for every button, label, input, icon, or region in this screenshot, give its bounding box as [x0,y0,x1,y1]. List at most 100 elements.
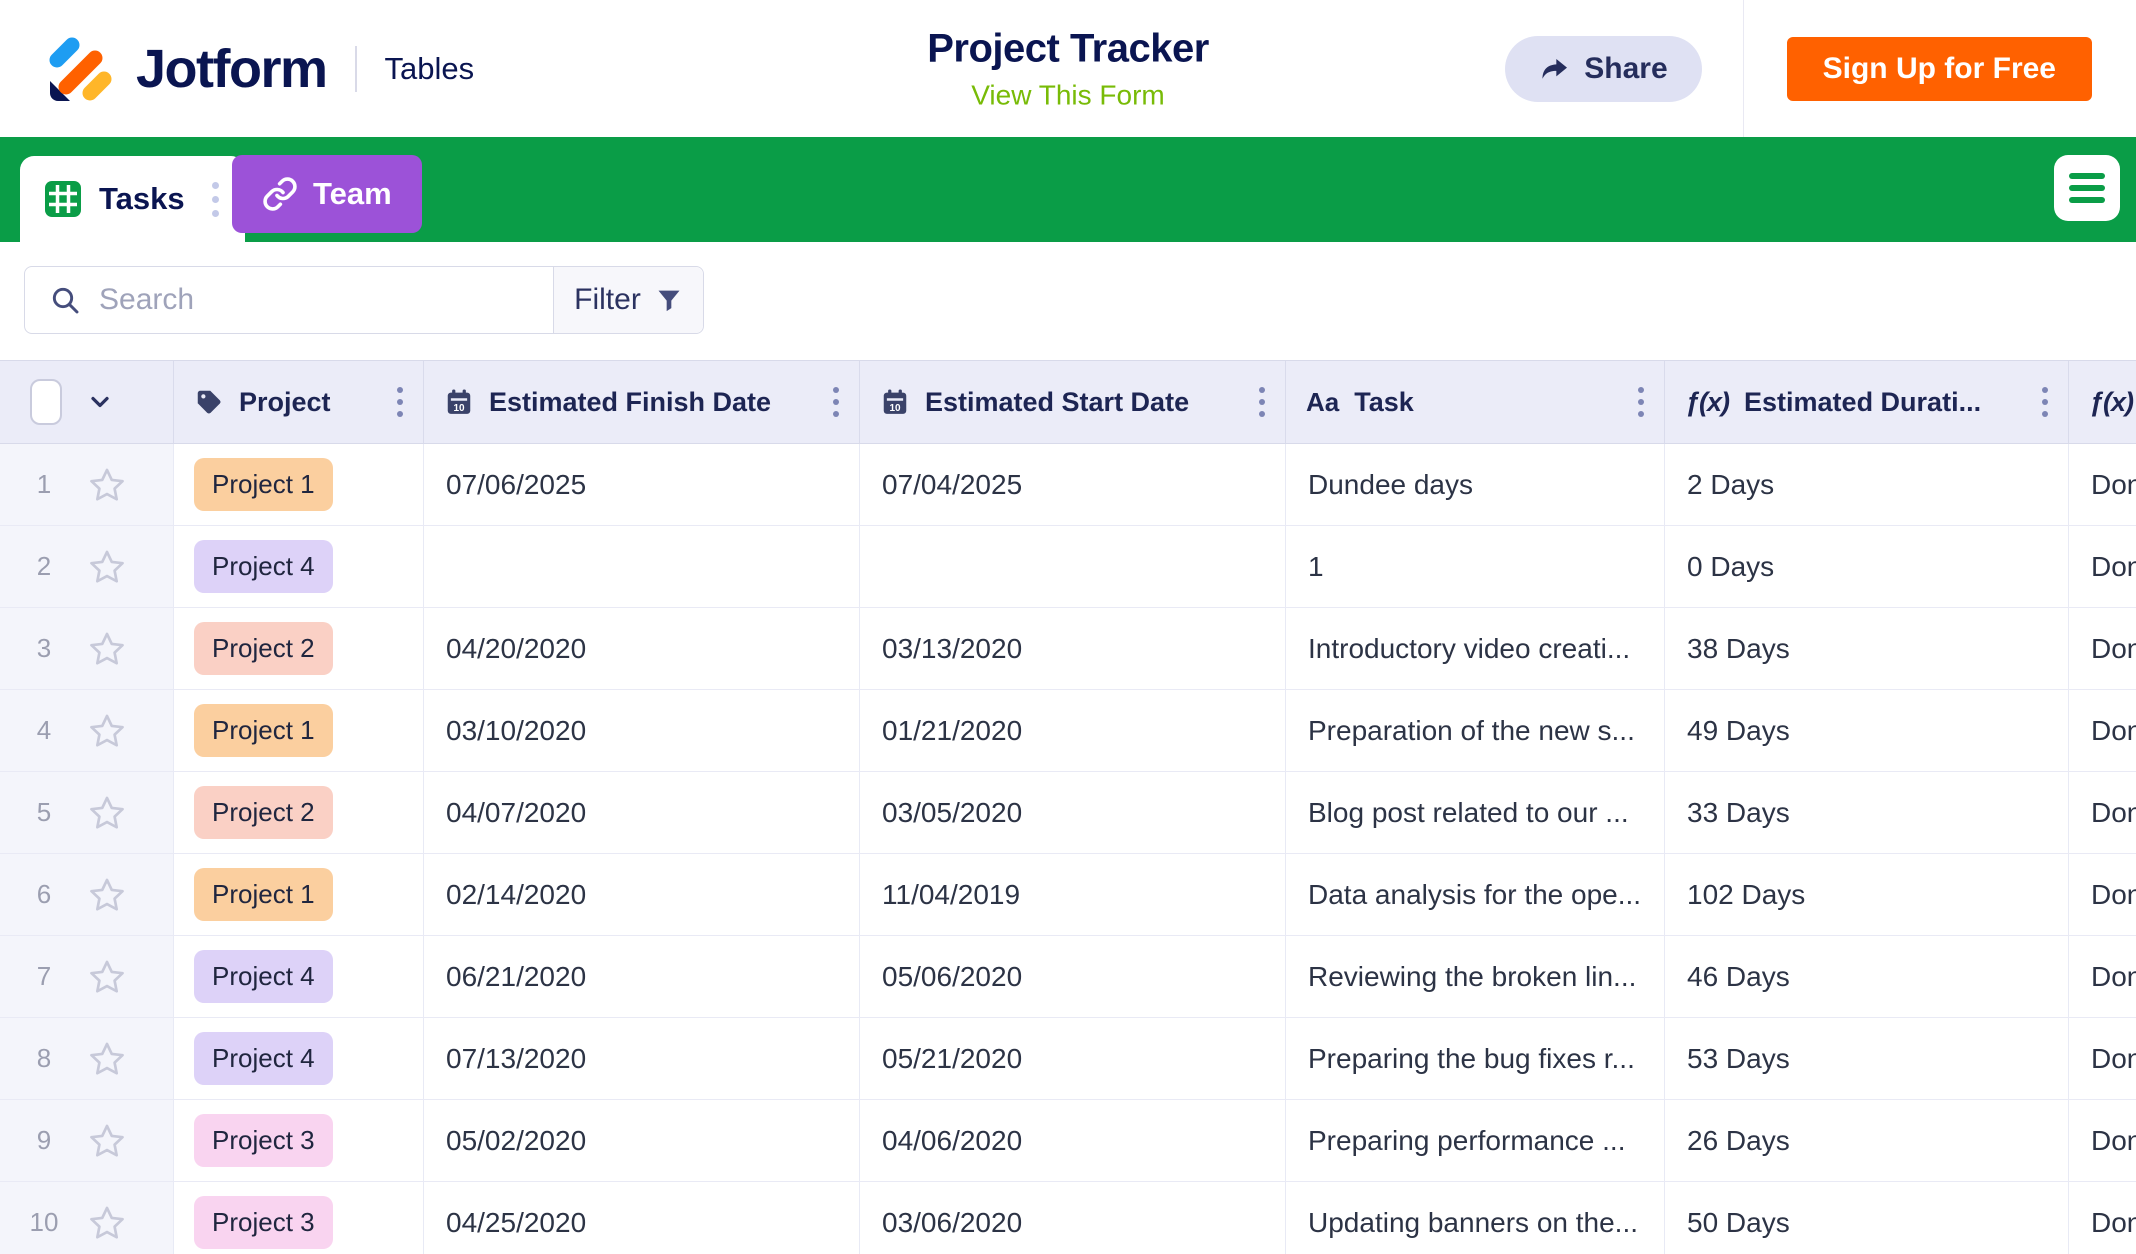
task-cell[interactable]: Preparing the bug fixes r... [1286,1018,1665,1099]
column-header-start-date[interactable]: 10 Estimated Start Date [860,361,1286,443]
clipped-cell[interactable]: Don [2069,1182,2136,1254]
start-date-cell[interactable]: 03/13/2020 [860,608,1286,689]
signup-button[interactable]: Sign Up for Free [1787,37,2092,101]
start-date-cell[interactable]: 05/21/2020 [860,1018,1286,1099]
duration-cell[interactable]: 53 Days [1665,1018,2069,1099]
star-icon[interactable] [88,958,126,996]
finish-date-cell[interactable]: 04/07/2020 [424,772,860,853]
share-button[interactable]: Share [1505,36,1701,102]
project-cell[interactable]: Project 1 [174,690,424,771]
project-cell[interactable]: Project 3 [174,1100,424,1181]
finish-date-cell[interactable]: 04/20/2020 [424,608,860,689]
start-date-cell[interactable]: 03/06/2020 [860,1182,1286,1254]
star-icon[interactable] [88,794,126,832]
clipped-cell[interactable]: Don [2069,1100,2136,1181]
task-cell[interactable]: Data analysis for the ope... [1286,854,1665,935]
project-cell[interactable]: Project 1 [174,854,424,935]
clipped-cell[interactable]: Don [2069,1018,2136,1099]
start-date-cell[interactable]: 05/06/2020 [860,936,1286,1017]
column-header-project[interactable]: Project [174,361,424,443]
column-menu-icon[interactable] [1634,383,1648,421]
clipped-cell[interactable]: Don [2069,772,2136,853]
start-date-cell[interactable]: 01/21/2020 [860,690,1286,771]
duration-cell[interactable]: 2 Days [1665,444,2069,525]
column-header-task[interactable]: Aa Task [1286,361,1665,443]
clipped-cell[interactable]: Don [2069,444,2136,525]
project-cell[interactable]: Project 4 [174,1018,424,1099]
brand-divider [355,46,357,92]
tab-team[interactable]: Team [232,155,422,233]
search-input[interactable] [99,283,529,317]
sheet-menu-button[interactable] [2054,155,2120,221]
start-date-cell[interactable] [860,526,1286,607]
filter-button[interactable]: Filter [553,267,703,333]
clipped-cell[interactable]: Don [2069,608,2136,689]
duration-cell[interactable]: 33 Days [1665,772,2069,853]
column-header-duration[interactable]: ƒ(x) Estimated Durati... [1665,361,2069,443]
tab-tasks[interactable]: Tasks [20,156,245,242]
start-date-cell[interactable]: 04/06/2020 [860,1100,1286,1181]
clipped-cell[interactable]: Don [2069,936,2136,1017]
select-all-checkbox[interactable] [30,379,62,425]
jotform-logo-icon[interactable] [40,29,120,109]
column-menu-icon[interactable] [393,383,407,421]
task-cell[interactable]: Blog post related to our ... [1286,772,1665,853]
star-icon[interactable] [88,630,126,668]
start-date-cell[interactable]: 07/04/2025 [860,444,1286,525]
start-date-cell[interactable]: 03/05/2020 [860,772,1286,853]
view-this-form-link[interactable]: View This Form [971,79,1164,111]
finish-date-cell[interactable]: 06/21/2020 [424,936,860,1017]
search-icon [49,284,81,316]
project-cell[interactable]: Project 2 [174,608,424,689]
clipped-cell[interactable]: Don [2069,690,2136,771]
tab-tasks-menu-icon[interactable] [208,178,223,221]
logo-wordmark[interactable]: Jotform [136,38,327,100]
column-menu-icon[interactable] [1255,383,1269,421]
share-icon [1539,53,1571,85]
finish-date-cell[interactable]: 04/25/2020 [424,1182,860,1254]
duration-cell[interactable]: 102 Days [1665,854,2069,935]
project-cell[interactable]: Project 3 [174,1182,424,1254]
duration-cell[interactable]: 46 Days [1665,936,2069,1017]
column-header-finish-date[interactable]: 10 Estimated Finish Date [424,361,860,443]
task-cell[interactable]: Preparation of the new s... [1286,690,1665,771]
star-icon[interactable] [88,1204,126,1242]
finish-date-cell[interactable]: 07/06/2025 [424,444,860,525]
task-cell[interactable]: Preparing performance ... [1286,1100,1665,1181]
finish-date-cell[interactable]: 02/14/2020 [424,854,860,935]
project-cell[interactable]: Project 2 [174,772,424,853]
duration-cell[interactable]: 50 Days [1665,1182,2069,1254]
row-number: 10 [26,1207,62,1238]
star-icon[interactable] [88,1122,126,1160]
task-cell[interactable]: Dundee days [1286,444,1665,525]
duration-cell[interactable]: 0 Days [1665,526,2069,607]
task-cell[interactable]: 1 [1286,526,1665,607]
finish-date-cell[interactable] [424,526,860,607]
clipped-cell[interactable]: Don [2069,854,2136,935]
start-date-cell[interactable]: 11/04/2019 [860,854,1286,935]
finish-date-cell[interactable]: 05/02/2020 [424,1100,860,1181]
finish-date-cell[interactable]: 07/13/2020 [424,1018,860,1099]
project-cell[interactable]: Project 1 [174,444,424,525]
duration-cell[interactable]: 49 Days [1665,690,2069,771]
star-icon[interactable] [88,466,126,504]
task-cell[interactable]: Introductory video creati... [1286,608,1665,689]
clipped-cell[interactable]: Don [2069,526,2136,607]
finish-date-cell[interactable]: 03/10/2020 [424,690,860,771]
column-header-clipped[interactable]: ƒ(x) [2069,361,2136,443]
duration-cell[interactable]: 26 Days [1665,1100,2069,1181]
star-icon[interactable] [88,548,126,586]
search-box[interactable] [25,267,553,333]
task-cell[interactable]: Reviewing the broken lin... [1286,936,1665,1017]
project-badge: Project 1 [194,458,333,511]
duration-cell[interactable]: 38 Days [1665,608,2069,689]
project-cell[interactable]: Project 4 [174,936,424,1017]
project-cell[interactable]: Project 4 [174,526,424,607]
star-icon[interactable] [88,876,126,914]
star-icon[interactable] [88,1040,126,1078]
task-cell[interactable]: Updating banners on the... [1286,1182,1665,1254]
chevron-down-icon[interactable] [86,388,114,416]
star-icon[interactable] [88,712,126,750]
column-menu-icon[interactable] [829,383,843,421]
column-menu-icon[interactable] [2038,383,2052,421]
